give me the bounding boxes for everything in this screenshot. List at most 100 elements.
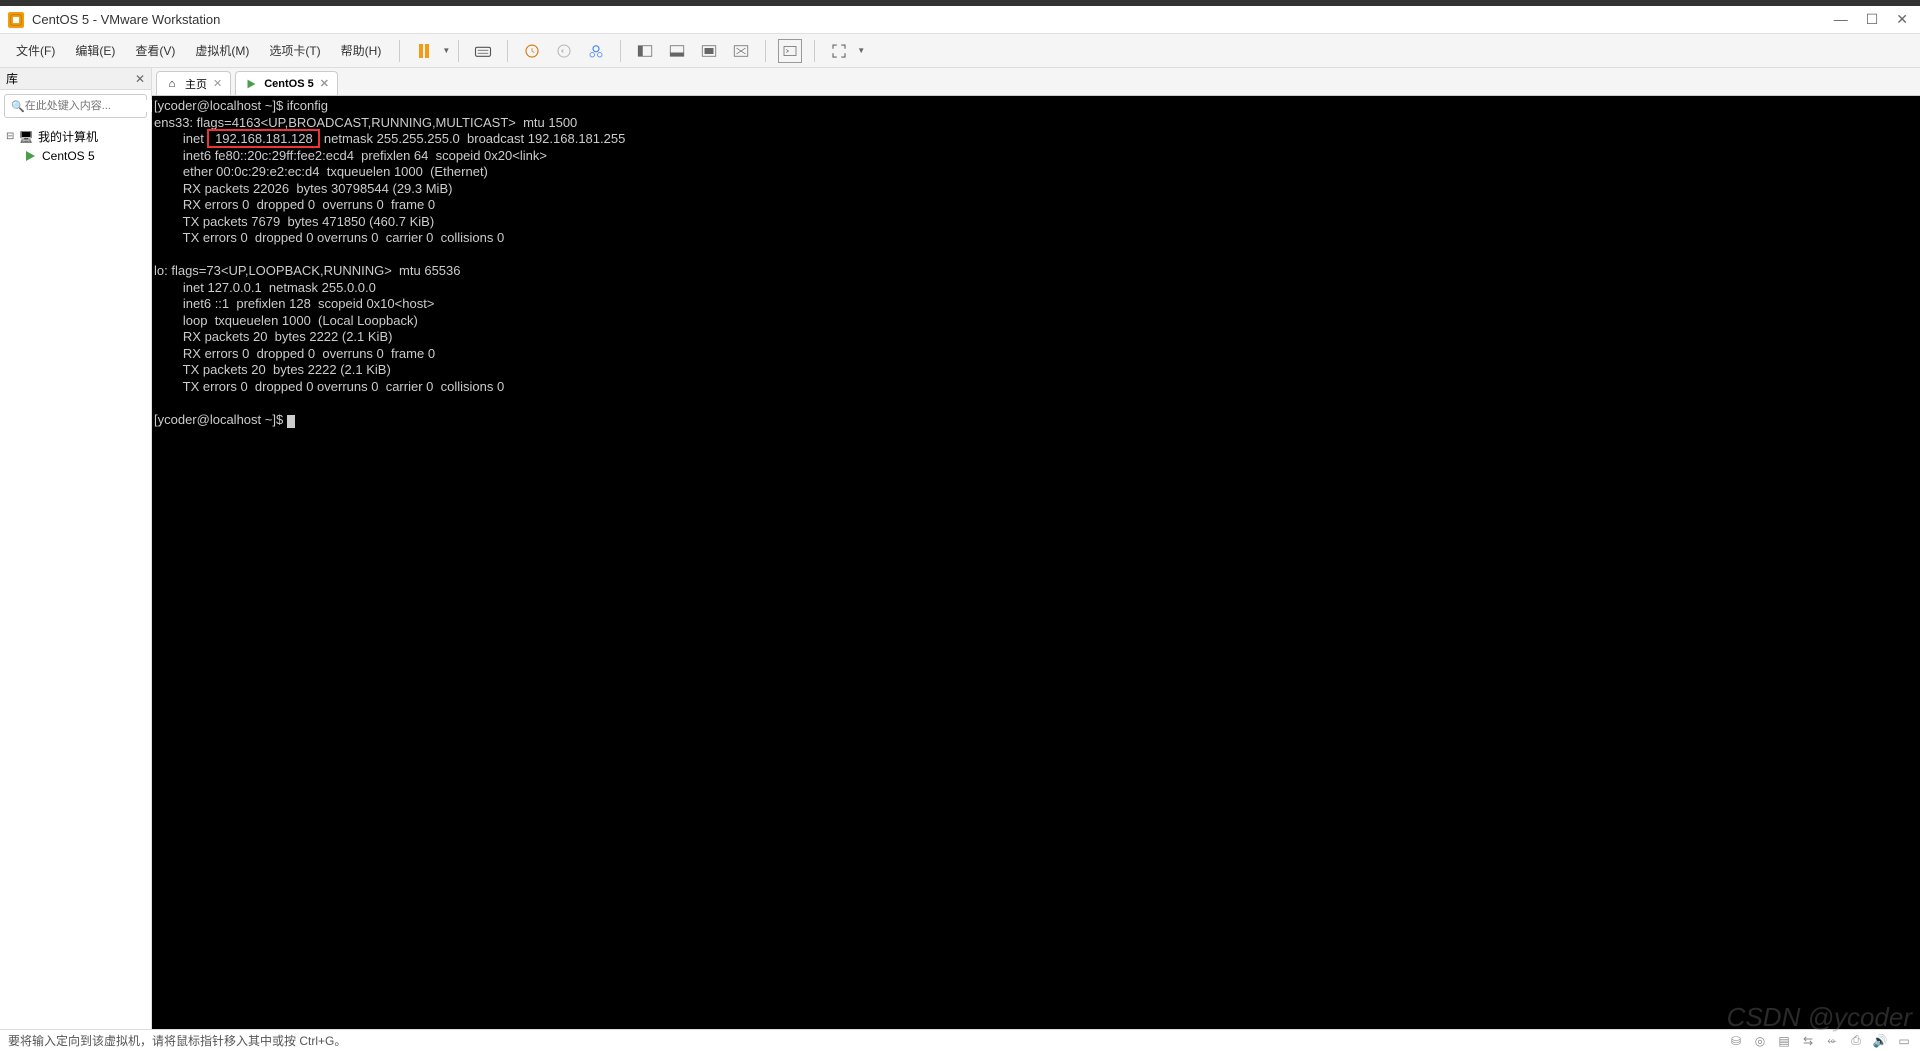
- terminal-prompt: [ycoder@localhost ~]$: [154, 412, 287, 427]
- terminal-output: netmask 255.255.255.0 broadcast 192.168.…: [320, 131, 625, 146]
- close-button[interactable]: ✕: [1896, 11, 1908, 28]
- tab-close-button[interactable]: ✕: [320, 77, 329, 90]
- sidebar-close-button[interactable]: ✕: [135, 72, 145, 86]
- main-panel: ⌂ 主页 ✕ CentOS 5 ✕ [ycoder@localhost ~]$ …: [152, 68, 1920, 1029]
- sidebar-title: 库: [6, 70, 18, 87]
- tree-root-my-computer[interactable]: ⊟ 🖥 我的计算机: [6, 126, 145, 147]
- search-icon: 🔍: [11, 100, 25, 113]
- snapshots-icon: [587, 42, 605, 60]
- sidebar-header: 库 ✕: [0, 68, 151, 90]
- terminal-output: TX packets 20 bytes 2222 (2.1 KiB): [154, 362, 391, 377]
- minimize-button[interactable]: —: [1834, 11, 1848, 28]
- floppy-icon[interactable]: ▤: [1776, 1033, 1792, 1049]
- fullscreen-button[interactable]: [827, 39, 851, 63]
- vm-running-icon: [22, 149, 38, 163]
- tab-home[interactable]: ⌂ 主页 ✕: [156, 71, 231, 95]
- menu-help[interactable]: 帮助(H): [331, 38, 392, 63]
- layout-single-icon: [700, 42, 718, 60]
- separator: [458, 40, 459, 62]
- menu-bar: 文件(F) 编辑(E) 查看(V) 虚拟机(M) 选项卡(T) 帮助(H) ▼ …: [0, 34, 1920, 68]
- terminal-output: inet 127.0.0.1 netmask 255.0.0.0: [154, 280, 376, 295]
- terminal-output: ens33: flags=4163<UP,BROADCAST,RUNNING,M…: [154, 115, 577, 130]
- menu-edit[interactable]: 编辑(E): [65, 38, 125, 63]
- revert-button[interactable]: [552, 39, 576, 63]
- highlighted-ip: 192.168.181.128: [207, 129, 320, 148]
- menu-vm[interactable]: 虚拟机(M): [185, 38, 259, 63]
- layout-bottom-button[interactable]: [665, 39, 689, 63]
- maximize-button[interactable]: ☐: [1866, 11, 1879, 28]
- pause-button[interactable]: [412, 39, 436, 63]
- layout-sidebar-button[interactable]: [633, 39, 657, 63]
- separator: [507, 40, 508, 62]
- layout-bottom-icon: [668, 42, 686, 60]
- window-title: CentOS 5 - VMware Workstation: [32, 12, 1834, 27]
- send-ctrl-alt-del-button[interactable]: [471, 39, 495, 63]
- content-area: 库 ✕ 🔍 ▾ ⊟ 🖥 我的计算机 CentOS 5 ⌂ 主页: [0, 68, 1920, 1029]
- home-icon: ⌂: [165, 77, 179, 91]
- layout-none-button[interactable]: [729, 39, 753, 63]
- terminal-output: RX errors 0 dropped 0 overruns 0 frame 0: [154, 197, 435, 212]
- menu-file[interactable]: 文件(F): [6, 38, 65, 63]
- tree-item-centos5[interactable]: CentOS 5: [6, 147, 145, 165]
- separator: [814, 40, 815, 62]
- console-icon: [781, 42, 799, 60]
- terminal-output: TX packets 7679 bytes 471850 (460.7 KiB): [154, 214, 434, 229]
- separator: [620, 40, 621, 62]
- separator: [399, 40, 400, 62]
- status-bar: 要将输入定向到该虚拟机，请将鼠标指针移入其中或按 Ctrl+G。 ⛁ ◎ ▤ ⇆…: [0, 1029, 1920, 1051]
- vm-running-icon: [244, 77, 258, 91]
- window-controls: — ☐ ✕: [1834, 11, 1908, 28]
- status-device-icons: ⛁ ◎ ▤ ⇆ ⬰ ⎙ 🔊 ▭: [1728, 1033, 1912, 1049]
- revert-icon: [555, 42, 573, 60]
- vm-console-terminal[interactable]: [ycoder@localhost ~]$ ifconfig ens33: fl…: [152, 96, 1920, 1029]
- vmware-icon: [8, 12, 24, 28]
- terminal-output: ether 00:0c:29:e2:ec:d4 txqueuelen 1000 …: [154, 164, 488, 179]
- status-hint: 要将输入定向到该虚拟机，请将鼠标指针移入其中或按 Ctrl+G。: [8, 1032, 346, 1049]
- disk-icon[interactable]: ⛁: [1728, 1033, 1744, 1049]
- terminal-output: RX packets 20 bytes 2222 (2.1 KiB): [154, 329, 392, 344]
- search-input[interactable]: [25, 100, 167, 112]
- terminal-command: ifconfig: [287, 98, 328, 113]
- separator: [765, 40, 766, 62]
- usb-icon[interactable]: ⬰: [1824, 1033, 1840, 1049]
- terminal-output: RX packets 22026 bytes 30798544 (29.3 Mi…: [154, 181, 452, 196]
- network-icon[interactable]: ⇆: [1800, 1033, 1816, 1049]
- menu-tabs[interactable]: 选项卡(T): [259, 38, 330, 63]
- terminal-output: loop txqueuelen 1000 (Local Loopback): [154, 313, 418, 328]
- terminal-output: inet6 ::1 prefixlen 128 scopeid 0x10<hos…: [154, 296, 434, 311]
- tree-item-label: CentOS 5: [42, 149, 95, 163]
- chevron-down-icon[interactable]: ▼: [442, 46, 450, 55]
- tab-centos5[interactable]: CentOS 5 ✕: [235, 71, 338, 95]
- keyboard-icon: [474, 42, 492, 60]
- terminal-output: TX errors 0 dropped 0 overruns 0 carrier…: [154, 379, 504, 394]
- sound-icon[interactable]: 🔊: [1872, 1033, 1888, 1049]
- terminal-output: RX errors 0 dropped 0 overruns 0 frame 0: [154, 346, 435, 361]
- chevron-down-icon[interactable]: ▼: [857, 46, 865, 55]
- terminal-output: inet: [154, 131, 207, 146]
- pause-icon: [419, 44, 429, 58]
- sidebar: 库 ✕ 🔍 ▾ ⊟ 🖥 我的计算机 CentOS 5: [0, 68, 152, 1029]
- tree-root-label: 我的计算机: [38, 128, 98, 145]
- sidebar-search[interactable]: 🔍 ▾: [4, 94, 147, 118]
- title-bar: CentOS 5 - VMware Workstation — ☐ ✕: [0, 6, 1920, 34]
- expand-icon[interactable]: ⊟: [6, 131, 18, 142]
- terminal-output: inet6 fe80::20c:29ff:fee2:ecd4 prefixlen…: [154, 148, 547, 163]
- terminal-output: TX errors 0 dropped 0 overruns 0 carrier…: [154, 230, 504, 245]
- layout-none-icon: [732, 42, 750, 60]
- terminal-prompt: [ycoder@localhost ~]$: [154, 98, 287, 113]
- tab-centos5-label: CentOS 5: [264, 78, 314, 90]
- tab-home-label: 主页: [185, 76, 207, 92]
- menu-view[interactable]: 查看(V): [125, 38, 185, 63]
- printer-icon[interactable]: ⎙: [1848, 1033, 1864, 1049]
- fullscreen-icon: [830, 42, 848, 60]
- console-view-button[interactable]: [778, 39, 802, 63]
- vm-tabs: ⌂ 主页 ✕ CentOS 5 ✕: [152, 68, 1920, 96]
- cd-icon[interactable]: ◎: [1752, 1033, 1768, 1049]
- layout-single-button[interactable]: [697, 39, 721, 63]
- manage-snapshots-button[interactable]: [584, 39, 608, 63]
- snapshot-button[interactable]: [520, 39, 544, 63]
- terminal-output: lo: flags=73<UP,LOOPBACK,RUNNING> mtu 65…: [154, 263, 461, 278]
- display-icon[interactable]: ▭: [1896, 1033, 1912, 1049]
- tab-close-button[interactable]: ✕: [213, 77, 222, 90]
- computer-icon: 🖥: [18, 130, 34, 144]
